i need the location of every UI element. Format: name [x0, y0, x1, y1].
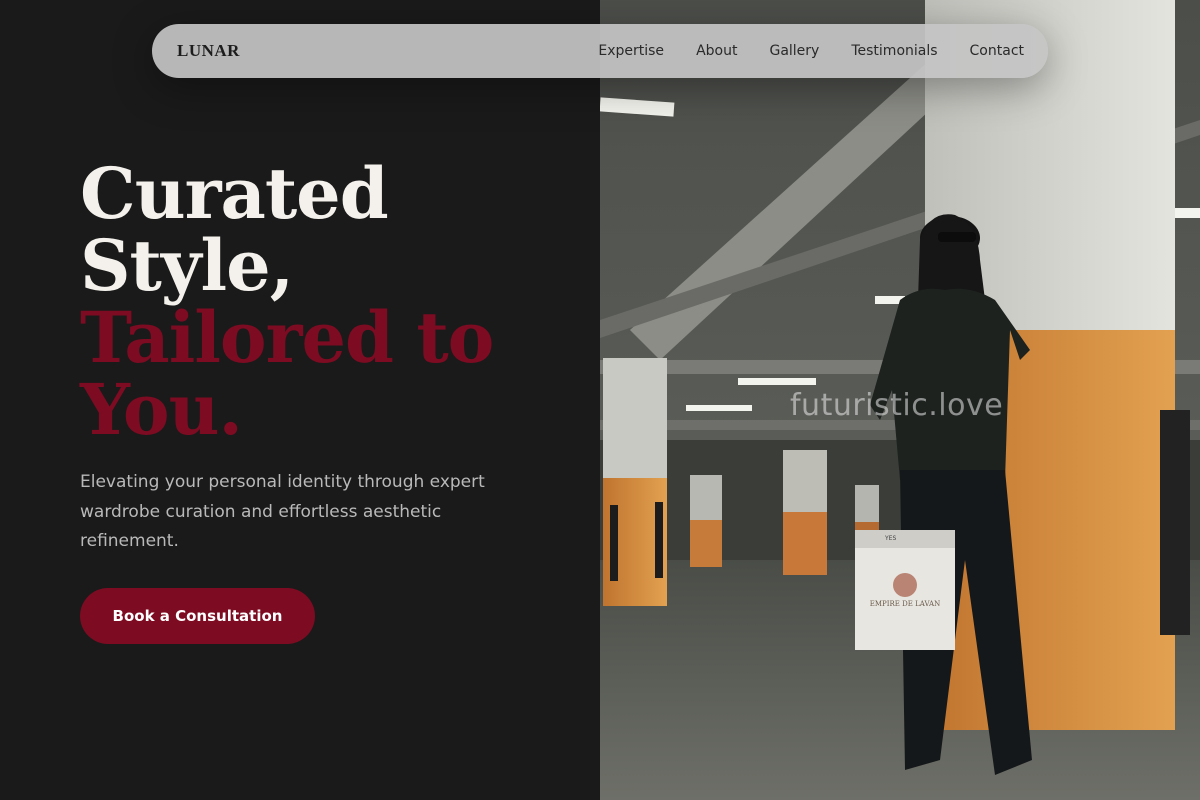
headline-line-4: You.	[80, 368, 243, 451]
headline-line-3: Tailored to	[80, 296, 494, 379]
watermark-text: futuristic.love	[790, 388, 1004, 423]
hero-headline: Curated Style, Tailored to You.	[80, 152, 494, 451]
bag-tag-text: YES	[884, 535, 896, 542]
book-consultation-button[interactable]: Book a Consultation	[80, 588, 315, 644]
hero-photo: EMPIRE DE LAVAN YES futuristic.love	[600, 0, 1200, 800]
headline-line-1: Curated	[80, 152, 389, 235]
site-logo[interactable]: LUNAR	[177, 41, 240, 61]
nav-link-about[interactable]: About	[696, 43, 737, 59]
bag-brand-text: EMPIRE DE LAVAN	[870, 600, 940, 608]
nav-link-expertise[interactable]: Expertise	[598, 43, 664, 59]
nav-link-gallery[interactable]: Gallery	[769, 43, 819, 59]
nav-links: Expertise About Gallery Testimonials Con…	[598, 43, 1024, 59]
nav-link-contact[interactable]: Contact	[970, 43, 1024, 59]
nav-link-testimonials[interactable]: Testimonials	[851, 43, 937, 59]
hero-subtext: Elevating your personal identity through…	[80, 472, 485, 551]
top-navigation: LUNAR Expertise About Gallery Testimonia…	[152, 24, 1048, 78]
headline-line-2: Style,	[80, 224, 294, 307]
